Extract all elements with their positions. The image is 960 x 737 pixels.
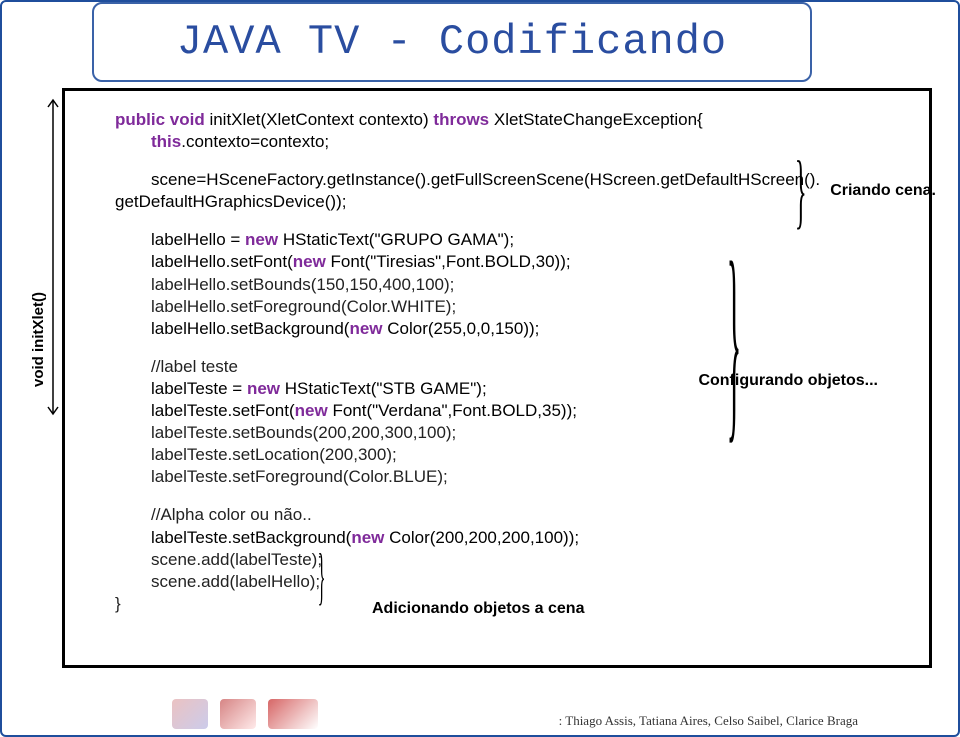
logo-icon bbox=[172, 699, 208, 729]
code-line-12: labelTeste.setFont(new Font("Verdana",Fo… bbox=[151, 400, 905, 422]
footer-logos bbox=[172, 699, 318, 729]
brace-icon-1: } bbox=[795, 144, 807, 240]
code-line-19: scene.add(labelHello); bbox=[151, 571, 905, 593]
slide-title: JAVA TV - Codificando bbox=[177, 18, 727, 66]
code-line-4: getDefaultHGraphicsDevice()); bbox=[115, 191, 905, 213]
code-line-8: labelHello.setForeground(Color.WHITE); bbox=[151, 296, 905, 318]
logo-icon bbox=[268, 699, 318, 729]
code-line-15: labelTeste.setForeground(Color.BLUE); bbox=[151, 466, 905, 488]
code-line-3: scene=HSceneFactory.getInstance().getFul… bbox=[151, 169, 905, 191]
code-line-5: labelHello = new HStaticText("GRUPO GAMA… bbox=[151, 229, 905, 251]
code-line-7: labelHello.setBounds(150,150,400,100); bbox=[151, 274, 905, 296]
code-line-14: labelTeste.setLocation(200,300); bbox=[151, 444, 905, 466]
annotation-configurando: Configurando objetos... bbox=[698, 372, 878, 390]
slide: JAVA TV - Codificando public void initXl… bbox=[0, 0, 960, 737]
title-box: JAVA TV - Codificando bbox=[92, 2, 812, 82]
annotation-adicionando: Adicionando objetos a cena bbox=[372, 600, 584, 618]
brace-icon-2: } bbox=[727, 213, 741, 466]
code-line-6: labelHello.setFont(new Font("Tiresias",F… bbox=[151, 251, 905, 273]
code-line-18: scene.add(labelTeste); bbox=[151, 549, 905, 571]
side-arrow-icon bbox=[46, 97, 60, 417]
code-line-17: labelTeste.setBackground(new Color(200,2… bbox=[151, 527, 905, 549]
brace-icon-3: } bbox=[318, 538, 326, 613]
footer-authors: : Thiago Assis, Tatiana Aires, Celso Sai… bbox=[559, 713, 858, 729]
code-line-1: public void initXlet(XletContext context… bbox=[115, 109, 905, 131]
code-line-2: this.contexto=contexto; bbox=[151, 131, 905, 153]
code-line-9: labelHello.setBackground(new Color(255,0… bbox=[151, 318, 905, 340]
code-line-16: //Alpha color ou não.. bbox=[151, 504, 905, 526]
side-label: void initXlet() bbox=[30, 292, 47, 387]
logo-icon bbox=[220, 699, 256, 729]
code-line-13: labelTeste.setBounds(200,200,300,100); bbox=[151, 422, 905, 444]
annotation-criando: Criando cena. bbox=[830, 182, 936, 200]
